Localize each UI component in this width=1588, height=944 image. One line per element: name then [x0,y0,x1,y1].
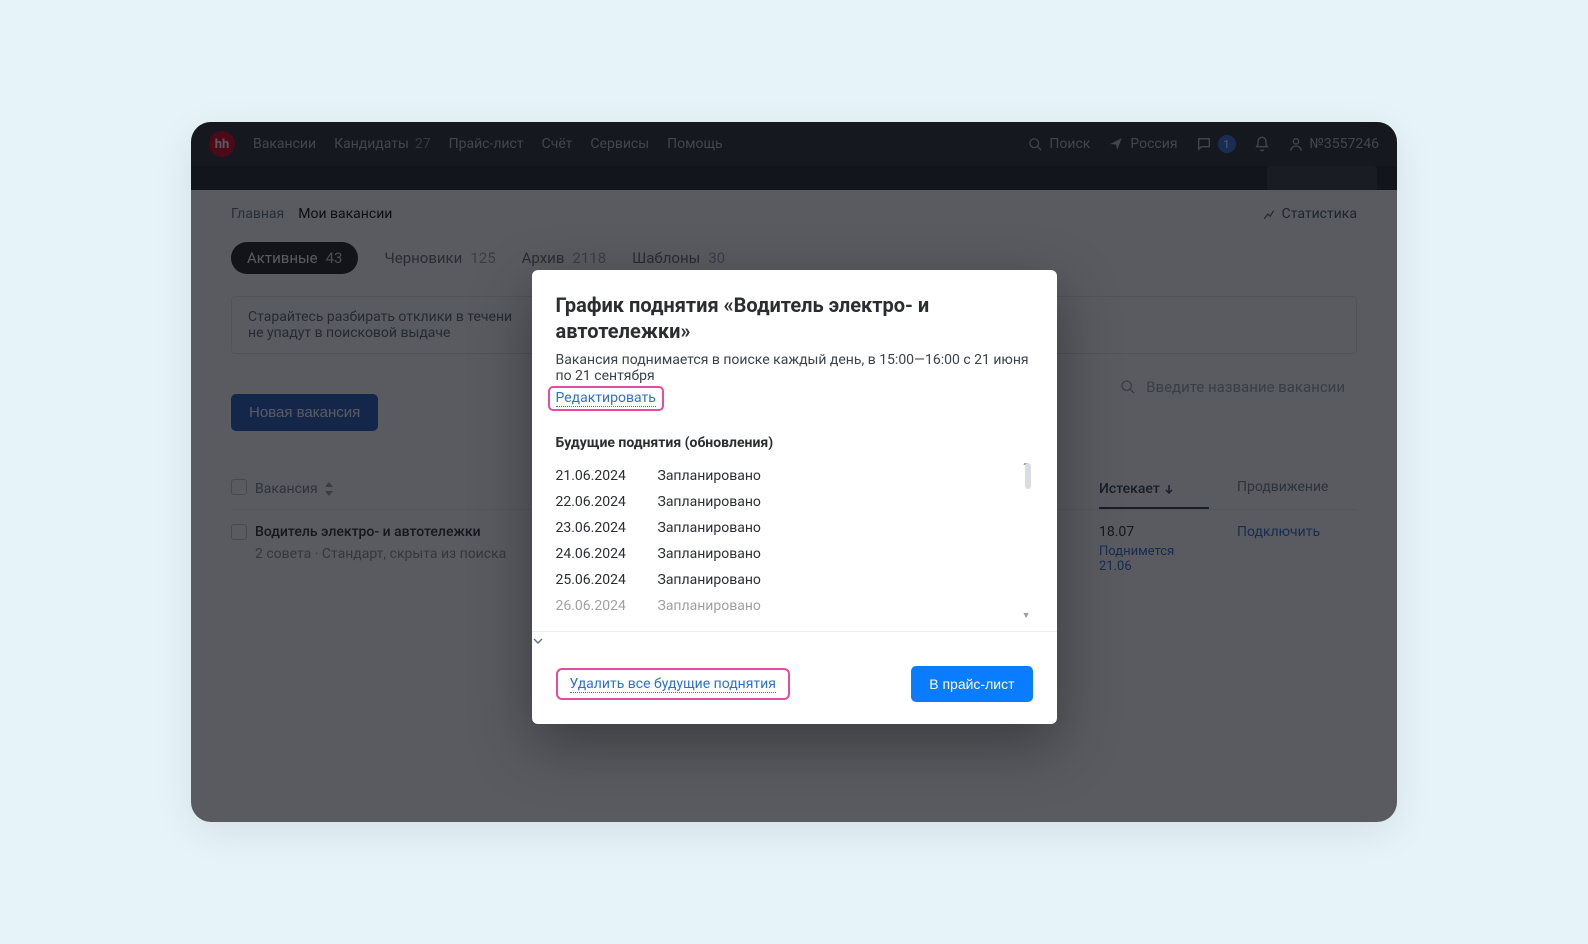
row-date: 23.06.2024 [556,520,638,536]
schedule-row: 23.06.2024 Запланировано [556,515,1033,541]
delete-highlight: Удалить все будущие поднятия [556,668,790,700]
row-status: Запланировано [658,520,761,536]
scroll-down-icon: ▼ [1022,610,1031,619]
schedule-row: 22.06.2024 Запланировано [556,489,1033,515]
delete-all-link[interactable]: Удалить все будущие поднятия [570,676,776,693]
chevron-down-icon [532,636,1057,646]
row-date: 24.06.2024 [556,546,638,562]
row-status: Запланировано [658,546,761,562]
schedule-row: 24.06.2024 Запланировано [556,541,1033,567]
modal-overlay[interactable]: График поднятия «Водитель электро- и авт… [191,122,1397,822]
schedule-modal: График поднятия «Водитель электро- и авт… [532,270,1057,724]
row-status: Запланировано [658,468,761,484]
modal-title: График поднятия «Водитель электро- и авт… [556,292,1033,344]
modal-footer: Удалить все будущие поднятия В прайс-лис… [532,652,1057,724]
app-window: hh Вакансии Кандидаты 27 Прайс-лист Счёт… [191,122,1397,822]
schedule-row: 26.06.2024 Запланировано [556,593,1033,619]
section-title: Будущие поднятия (обновления) [556,435,1033,451]
row-status: Запланировано [658,494,761,510]
expand-toggle[interactable] [532,631,1057,652]
schedule-row: 25.06.2024 Запланировано [556,567,1033,593]
schedule-list[interactable]: ▲ 21.06.2024Запланировано 22.06.2024Запл… [556,463,1033,619]
schedule-row: 21.06.2024 Запланировано [556,463,1033,489]
edit-highlight: Редактировать [548,386,664,411]
row-date: 22.06.2024 [556,494,638,510]
row-date: 21.06.2024 [556,468,638,484]
row-status: Запланировано [658,598,761,614]
row-date: 25.06.2024 [556,572,638,588]
row-date: 26.06.2024 [556,598,638,614]
scrollbar-thumb[interactable] [1025,463,1031,489]
modal-subtitle: Вакансия поднимается в поиске каждый ден… [556,352,1033,384]
edit-link[interactable]: Редактировать [556,390,656,407]
to-pricelist-button[interactable]: В прайс-лист [911,666,1032,702]
row-status: Запланировано [658,572,761,588]
